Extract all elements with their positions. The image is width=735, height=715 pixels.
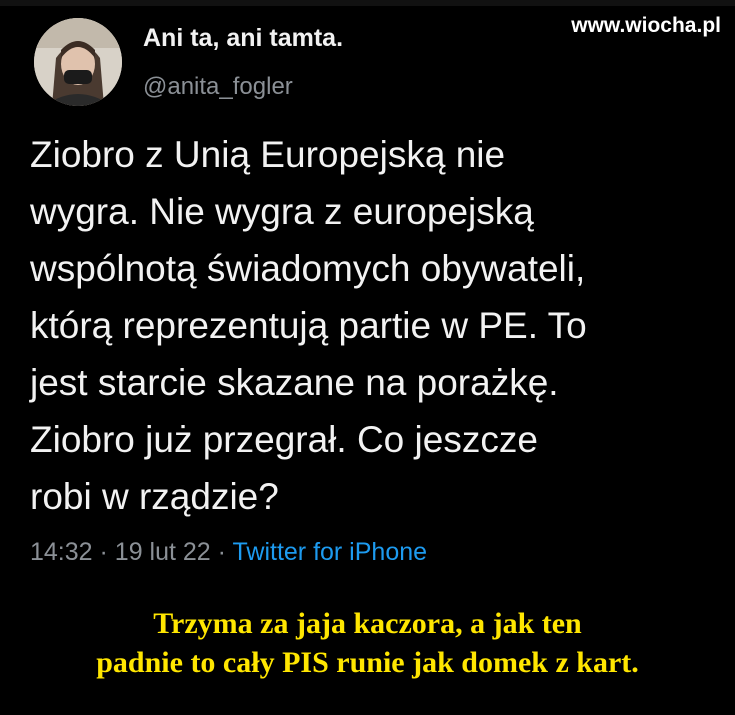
tweet-card: Ani ta, ani tamta. @anita_fogler www.wio… bbox=[0, 0, 735, 583]
meta-separator: · bbox=[217, 538, 226, 566]
author-name[interactable]: Ani ta, ani tamta. bbox=[143, 24, 343, 53]
avatar-photo-icon bbox=[34, 18, 122, 106]
tweet-date[interactable]: 19 lut 22 bbox=[115, 538, 211, 566]
caption-line: padnie to cały PIS runie jak domek z kar… bbox=[96, 646, 639, 679]
caption-line: Trzyma za jaja kaczora, a jak ten bbox=[153, 607, 582, 640]
tweet-time[interactable]: 14:32 bbox=[30, 538, 93, 566]
tweet-text-line: Ziobro z Unią Europejską nie bbox=[30, 134, 506, 175]
tweet-text-line: wygra. Nie wygra z europejską bbox=[30, 191, 534, 232]
cropped-top-edge bbox=[0, 0, 735, 6]
tweet-source-link[interactable]: Twitter for iPhone bbox=[233, 538, 428, 566]
site-watermark: www.wiocha.pl bbox=[571, 14, 721, 37]
tweet-text-line: wspólnotą świadomych obywateli, bbox=[30, 248, 586, 289]
meme-caption: Trzyma za jaja kaczora, a jak ten padnie… bbox=[0, 604, 735, 682]
tweet-text-line: Ziobro już przegrał. Co jeszcze bbox=[30, 419, 538, 460]
tweet-text-line: jest starcie skazane na porażkę. bbox=[30, 362, 559, 403]
tweet-text: Ziobro z Unią Europejską nie wygra. Nie … bbox=[30, 126, 720, 525]
author-handle[interactable]: @anita_fogler bbox=[143, 73, 293, 101]
tweet-text-line: którą reprezentują partie w PE. To bbox=[30, 305, 587, 346]
meta-separator: · bbox=[99, 538, 108, 566]
avatar[interactable] bbox=[34, 18, 122, 106]
tweet-meta: 14:32 · 19 lut 22 · Twitter for iPhone bbox=[30, 538, 427, 567]
tweet-text-line: robi w rządzie? bbox=[30, 476, 279, 517]
